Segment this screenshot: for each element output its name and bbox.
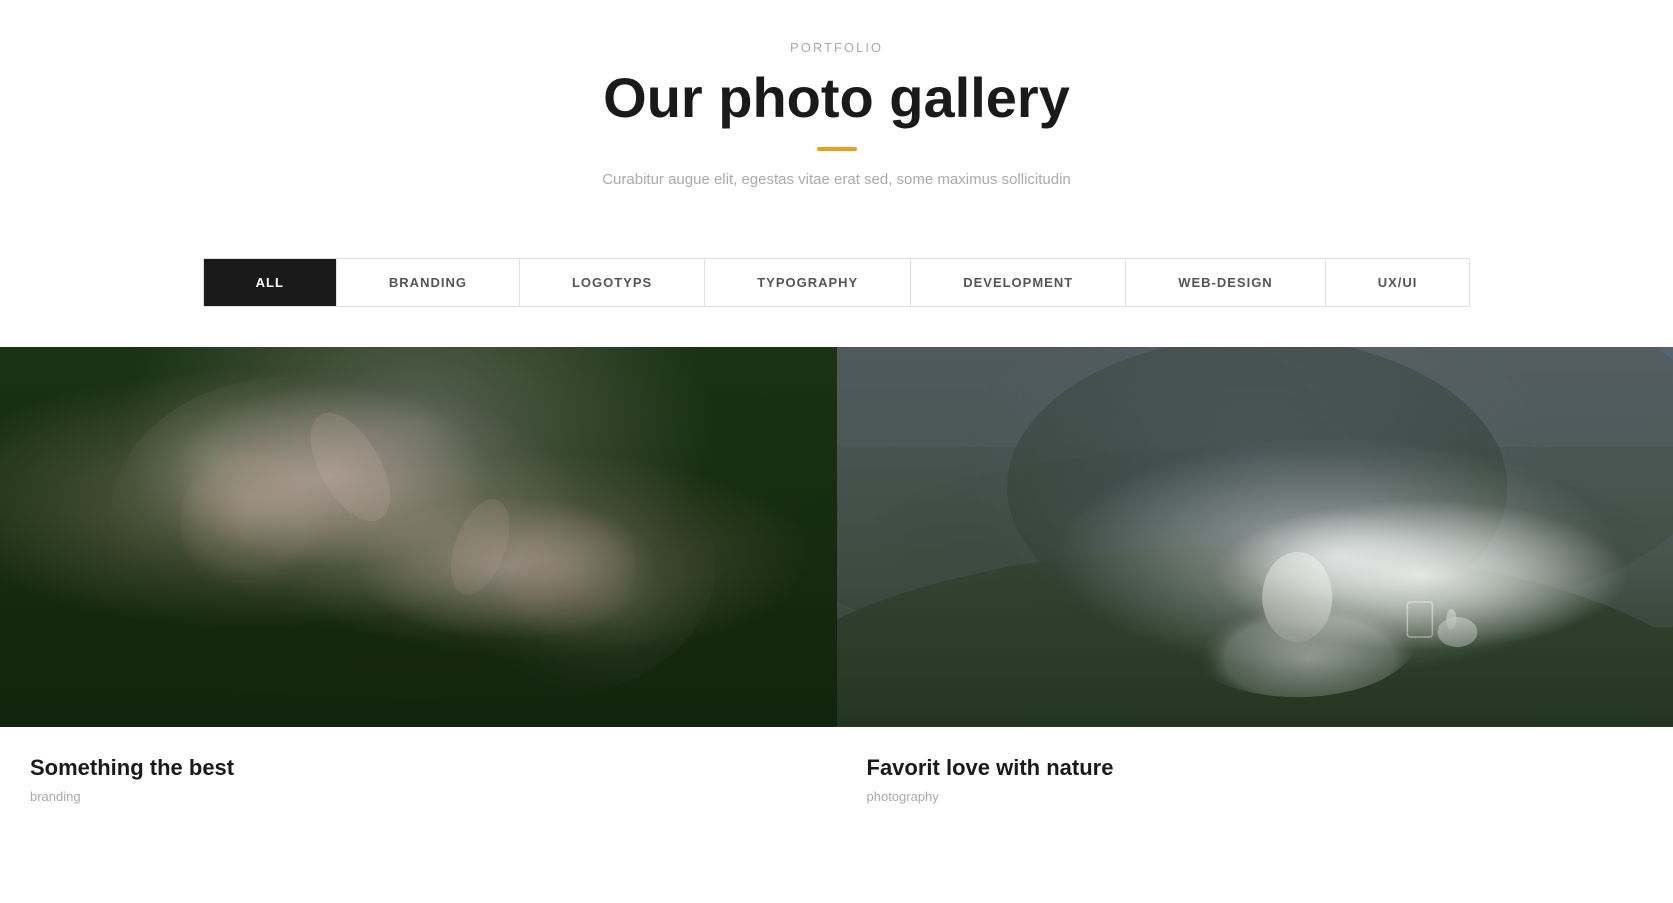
gallery-grid: Something the best branding	[0, 347, 1673, 847]
caption-category-2: photography	[867, 789, 1644, 804]
filter-tab-web-design[interactable]: WEB-DESIGN	[1126, 259, 1326, 306]
gallery-image-1	[0, 347, 837, 727]
filter-tab-typography[interactable]: TYPOGRAPHY	[705, 259, 911, 306]
filter-tab-development[interactable]: DEVELOPMENT	[911, 259, 1126, 306]
gallery-image-1-svg	[0, 347, 837, 727]
gallery-caption-2: Favorit love with nature photography	[837, 727, 1673, 847]
gallery-item-1[interactable]: Something the best branding	[0, 347, 837, 847]
header-section: PORTFOLIO Our photo gallery Curabitur au…	[0, 0, 1673, 218]
gallery-title: Our photo gallery	[20, 67, 1653, 129]
gallery-item-2[interactable]: Favorit love with nature photography	[837, 347, 1673, 847]
filter-tab-logotyps[interactable]: LOGOTYPS	[520, 259, 705, 306]
gallery-image-2-svg	[837, 347, 1673, 727]
portfolio-label: PORTFOLIO	[20, 40, 1653, 55]
subtitle-text: Curabitur augue elit, egestas vitae erat…	[20, 171, 1653, 188]
filter-tab-all[interactable]: ALL	[204, 259, 337, 306]
caption-category-1: branding	[30, 789, 807, 804]
gallery-image-2	[837, 347, 1673, 727]
filter-tabs: ALL BRANDING LOGOTYPS TYPOGRAPHY DEVELOP…	[203, 258, 1471, 307]
filter-tab-ux-ui[interactable]: UX/UI	[1326, 259, 1470, 306]
filter-tab-branding[interactable]: BRANDING	[337, 259, 520, 306]
caption-title-1: Something the best	[30, 755, 807, 781]
title-divider	[817, 147, 857, 151]
caption-title-2: Favorit love with nature	[867, 755, 1644, 781]
page-container: PORTFOLIO Our photo gallery Curabitur au…	[0, 0, 1673, 847]
gallery-caption-1: Something the best branding	[0, 727, 837, 847]
